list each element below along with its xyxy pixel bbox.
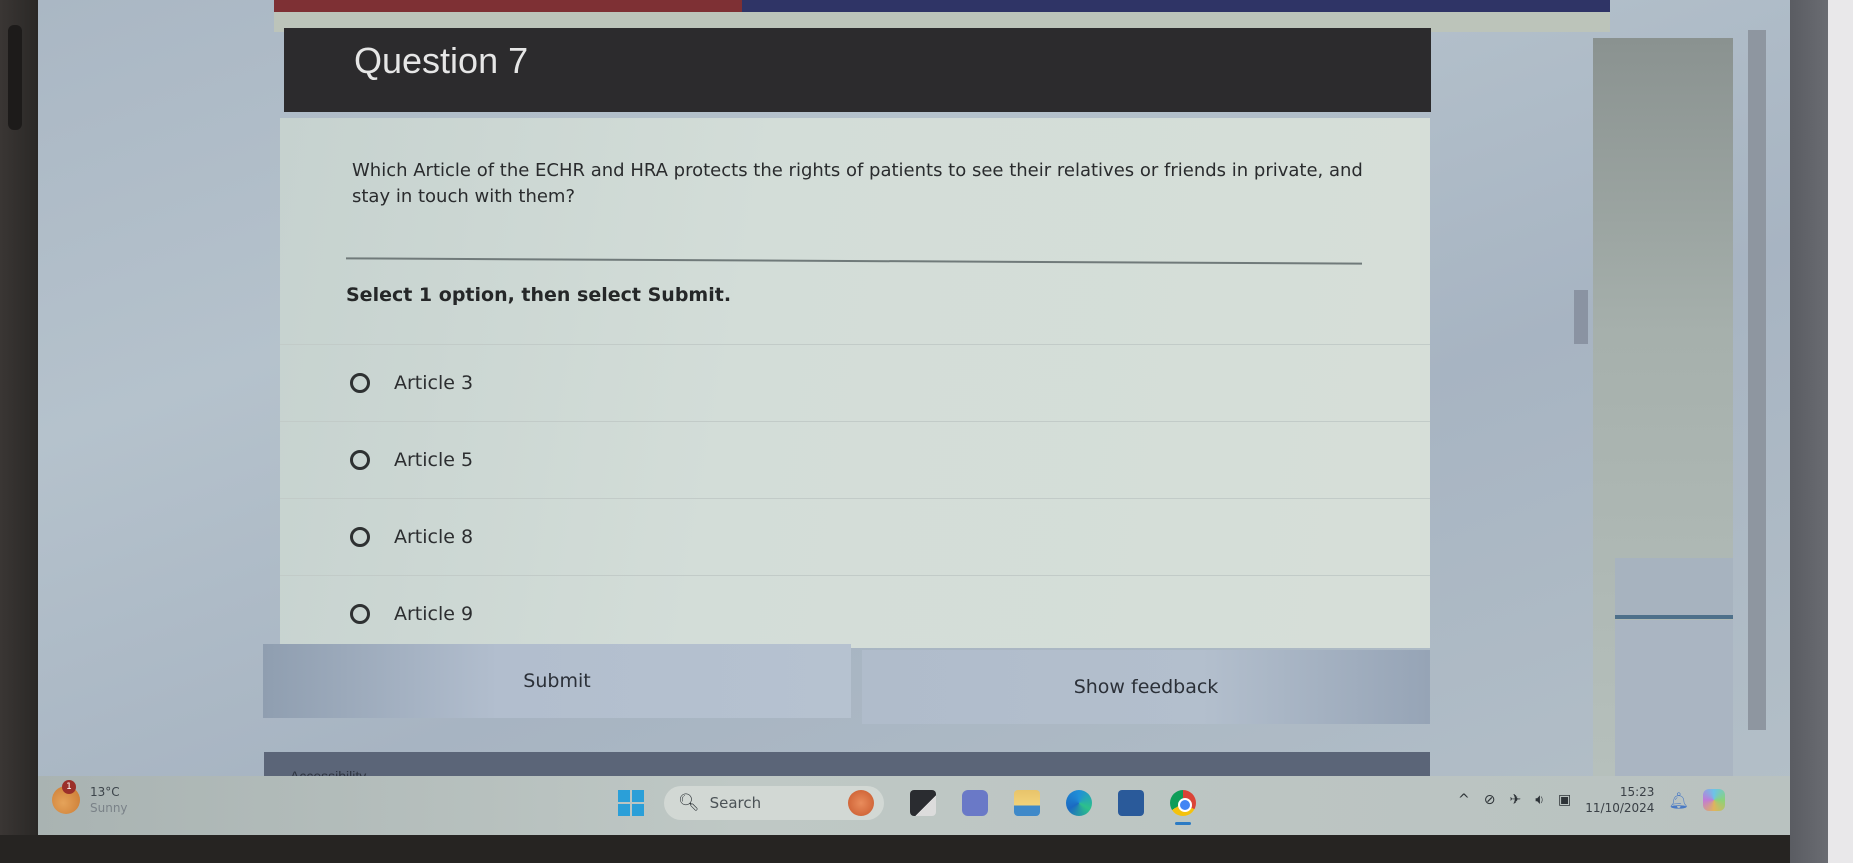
show-feedback-button[interactable]: Show feedback [862,650,1430,724]
window-scrollbar[interactable] [1748,30,1766,730]
notification-badge: 1 [62,780,76,794]
taskbar-search[interactable]: 🔍︎ Search [664,786,884,820]
question-text: Which Article of the ECHR and HRA protec… [352,160,1363,207]
option-label: Article 5 [394,449,474,471]
system-tray: ^ ⊘ ✈︎ 🔉︎ ▣ 15:23 11/10/2024 🔔︎ [1458,784,1725,816]
option-label: Article 3 [394,372,474,394]
option-article-5[interactable]: Article 5 [280,421,1430,498]
screen: Question 7 Which Article of the ECHR and… [38,0,1790,835]
bezel-frame [1790,0,1828,863]
teams-icon[interactable] [962,790,988,816]
search-icon: 🔍︎ [678,793,700,813]
radio-button[interactable] [350,527,370,547]
microsoft-store-icon[interactable] [1118,790,1144,816]
option-label: Article 8 [394,526,474,548]
weather-widget[interactable]: 1 13°C Sunny [52,780,128,816]
answer-options: Article 3 Article 5 Article 8 Article 9 [280,344,1430,652]
side-panel-lower [1615,620,1733,778]
battery-icon[interactable]: ▣ [1558,792,1571,808]
question-title: Question 7 [354,40,529,81]
radio-button[interactable] [350,450,370,470]
divider [346,257,1362,265]
side-panel-divider [1615,615,1733,619]
side-panel-section [1615,558,1733,618]
instruction-text: Select 1 option, then select Submit. [346,284,732,306]
clock-time: 15:23 [1619,785,1655,799]
meet-now-icon[interactable]: ⊘ [1484,792,1496,808]
active-indicator [1175,822,1191,825]
accessibility-bar[interactable] [264,752,1430,776]
monitor-bezel-right [1790,0,1853,863]
clock[interactable]: 15:23 11/10/2024 [1585,784,1654,816]
submit-button[interactable]: Submit [263,644,851,718]
notification-bell-icon[interactable]: 🔔︎ [1668,791,1688,810]
edge-icon[interactable] [1066,790,1092,816]
taskbar: 1 13°C Sunny 🔍︎ Search ^ ⊘ ✈︎ 🔉︎ ▣ 15:23… [38,776,1790,835]
search-placeholder: Search [709,794,762,812]
copilot-icon[interactable] [1702,789,1725,811]
volume-icon[interactable]: 🔉︎ [1535,792,1544,808]
radio-button[interactable] [350,604,370,624]
pumpkin-icon [848,790,874,816]
clock-date: 11/10/2024 [1585,801,1655,815]
option-article-9[interactable]: Article 9 [280,575,1430,652]
side-panel [1593,38,1733,778]
radio-button[interactable] [350,373,370,393]
monitor-bezel-left [0,0,38,863]
chrome-icon[interactable] [1170,790,1196,825]
weather-temperature: 13°C [90,785,120,799]
question-card: Which Article of the ECHR and HRA protec… [280,118,1430,648]
bezel-notch [8,25,22,130]
taskbar-apps: 🔍︎ Search [618,786,1196,825]
question-header: Question 7 [284,28,1431,112]
file-explorer-icon[interactable] [1014,790,1040,816]
weather-sun-icon: 1 [52,780,80,814]
monitor-bezel-bottom [0,835,1790,863]
option-label: Article 9 [394,603,474,625]
app-l-icon[interactable] [910,790,936,816]
option-article-8[interactable]: Article 8 [280,498,1430,575]
weather-condition: Sunny [90,801,128,815]
scrollbar-thumb[interactable] [1574,290,1588,344]
option-article-3[interactable]: Article 3 [280,344,1430,421]
windows-start-icon[interactable] [618,790,644,816]
airplane-mode-icon[interactable]: ✈︎ [1509,792,1521,808]
chevron-up-icon[interactable]: ^ [1458,792,1470,808]
